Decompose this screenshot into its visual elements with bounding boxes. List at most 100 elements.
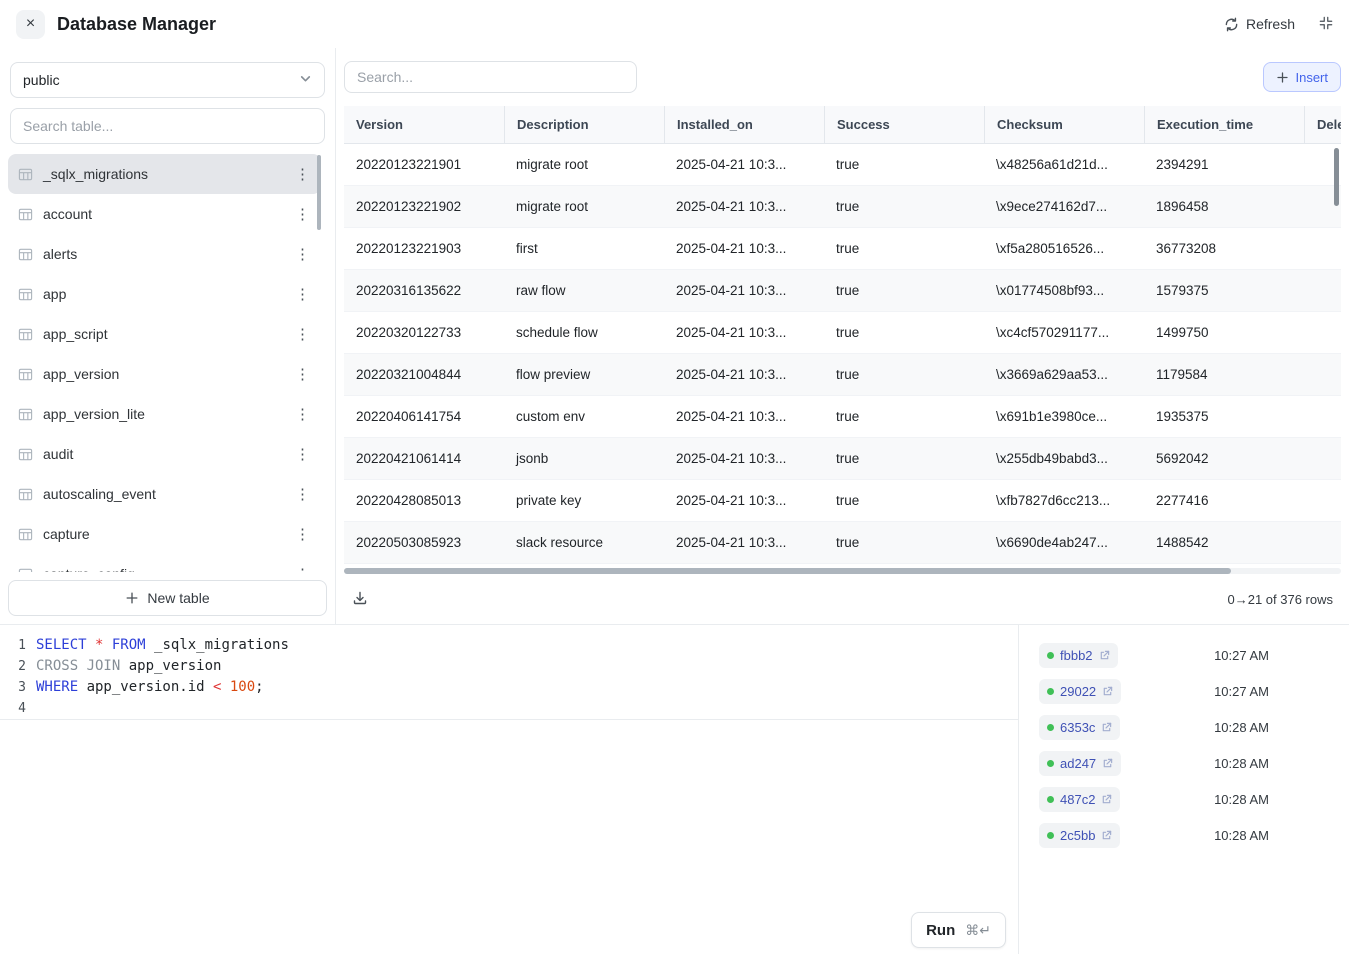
search-input[interactable] xyxy=(344,61,637,93)
upper-panel: public _sqlx_migrations⋮account⋮alerts⋮a… xyxy=(0,48,1349,625)
external-link-icon[interactable] xyxy=(1102,686,1113,697)
table-cell: 36773208 xyxy=(1144,228,1304,269)
run-badge[interactable]: fbbb2 xyxy=(1039,643,1118,668)
kebab-menu-icon[interactable]: ⋮ xyxy=(290,285,315,303)
table-name-label: _sqlx_migrations xyxy=(43,166,148,182)
schema-select[interactable]: public xyxy=(10,62,325,98)
table-search-input[interactable] xyxy=(10,108,325,144)
refresh-icon xyxy=(1224,17,1239,32)
table-cell: 20220503085923 xyxy=(344,522,504,563)
table-cell: schedule flow xyxy=(504,312,664,353)
sidebar-item-capture_config[interactable]: capture_config⋮ xyxy=(8,554,321,572)
table-row[interactable]: 20220421061414jsonb2025-04-21 10:3...tru… xyxy=(344,438,1341,480)
kebab-menu-icon[interactable]: ⋮ xyxy=(290,325,315,343)
column-header[interactable]: Execution_time xyxy=(1144,106,1304,143)
table-row[interactable]: 20220406141754custom env2025-04-21 10:3.… xyxy=(344,396,1341,438)
table-cell: 2025-04-21 10:3... xyxy=(664,144,824,185)
table-cell: 2025-04-21 10:3... xyxy=(664,228,824,269)
sql-token: 100 xyxy=(230,679,255,695)
column-header[interactable]: Checksum xyxy=(984,106,1144,143)
table-row[interactable]: 20220321004844flow preview2025-04-21 10:… xyxy=(344,354,1341,396)
vertical-scrollbar-thumb[interactable] xyxy=(1334,148,1339,206)
table-cell: true xyxy=(824,144,984,185)
table-cell: \x3669a629aa53... xyxy=(984,354,1144,395)
kebab-menu-icon[interactable]: ⋮ xyxy=(290,245,315,263)
table-cell: 1179584 xyxy=(1144,354,1304,395)
row-count: 0→21 of 376 rows xyxy=(1227,592,1333,607)
kebab-menu-icon[interactable]: ⋮ xyxy=(290,445,315,463)
sidebar-item-account[interactable]: account⋮ xyxy=(8,194,321,234)
sidebar-item-audit[interactable]: audit⋮ xyxy=(8,434,321,474)
grid-toolbar: Insert xyxy=(344,48,1341,106)
code-line: CROSS JOIN app_version xyxy=(36,656,1018,677)
plus-icon xyxy=(1276,71,1289,84)
table-row[interactable]: 20220123221901migrate root2025-04-21 10:… xyxy=(344,144,1341,186)
table-cell: jsonb xyxy=(504,438,664,479)
sidebar-item-_sqlx_migrations[interactable]: _sqlx_migrations ⋮ xyxy=(8,154,321,194)
run-time: 10:28 AM xyxy=(1214,720,1269,735)
sidebar-item-app_version_lite[interactable]: app_version_lite⋮ xyxy=(8,394,321,434)
horizontal-scrollbar-thumb[interactable] xyxy=(344,568,1231,574)
column-header[interactable]: Dele xyxy=(1304,106,1341,143)
sql-token: SELECT xyxy=(36,637,95,653)
table-icon xyxy=(18,567,33,573)
editor-gutter: 1234 xyxy=(0,635,26,719)
run-id: 487c2 xyxy=(1060,792,1095,807)
refresh-button[interactable]: Refresh xyxy=(1224,16,1295,32)
data-grid-panel: Insert VersionDescriptionInstalled_onSuc… xyxy=(336,48,1349,624)
kebab-menu-icon[interactable]: ⋮ xyxy=(290,565,315,572)
external-link-icon[interactable] xyxy=(1101,830,1112,841)
run-time: 10:28 AM xyxy=(1214,756,1269,771)
sidebar-item-app[interactable]: app⋮ xyxy=(8,274,321,314)
run-list-item: 487c210:28 AM xyxy=(1019,781,1349,817)
fullscreen-button[interactable] xyxy=(1319,16,1333,33)
sidebar-scrollbar[interactable] xyxy=(317,155,321,230)
kebab-menu-icon[interactable]: ⋮ xyxy=(290,405,315,423)
run-badge[interactable]: 6353c xyxy=(1039,715,1120,740)
grid-body: 20220123221901migrate root2025-04-21 10:… xyxy=(344,144,1341,564)
run-badge[interactable]: 29022 xyxy=(1039,679,1121,704)
table-row[interactable]: 20220320122733schedule flow2025-04-21 10… xyxy=(344,312,1341,354)
kebab-menu-icon[interactable]: ⋮ xyxy=(290,165,315,183)
column-header[interactable]: Description xyxy=(504,106,664,143)
horizontal-scrollbar[interactable] xyxy=(344,568,1341,574)
table-row[interactable]: 20220316135622raw flow2025-04-21 10:3...… xyxy=(344,270,1341,312)
table-cell: true xyxy=(824,354,984,395)
table-cell: flow preview xyxy=(504,354,664,395)
run-badge[interactable]: 2c5bb xyxy=(1039,823,1120,848)
close-button[interactable]: × xyxy=(16,10,45,39)
table-icon xyxy=(18,407,33,422)
sidebar-item-autoscaling_event[interactable]: autoscaling_event⋮ xyxy=(8,474,321,514)
run-badge[interactable]: 487c2 xyxy=(1039,787,1120,812)
sql-token: CROSS JOIN xyxy=(36,658,129,674)
table-row[interactable]: 20220503085923slack resource2025-04-21 1… xyxy=(344,522,1341,564)
external-link-icon[interactable] xyxy=(1099,650,1110,661)
table-cell: \xfb7827d6cc213... xyxy=(984,480,1144,521)
column-header[interactable]: Success xyxy=(824,106,984,143)
sidebar-item-alerts[interactable]: alerts⋮ xyxy=(8,234,321,274)
table-row[interactable]: 20220428085013private key2025-04-21 10:3… xyxy=(344,480,1341,522)
new-table-button[interactable]: New table xyxy=(8,580,327,616)
insert-button[interactable]: Insert xyxy=(1263,62,1341,92)
external-link-icon[interactable] xyxy=(1101,722,1112,733)
run-badge[interactable]: ad247 xyxy=(1039,751,1121,776)
table-row[interactable]: 20220123221902migrate root2025-04-21 10:… xyxy=(344,186,1341,228)
table-row[interactable]: 20220123221903first2025-04-21 10:3...tru… xyxy=(344,228,1341,270)
table-cell: 2025-04-21 10:3... xyxy=(664,480,824,521)
column-header[interactable]: Installed_on xyxy=(664,106,824,143)
run-button[interactable]: Run ⌘↵ xyxy=(911,912,1006,948)
kebab-menu-icon[interactable]: ⋮ xyxy=(290,205,315,223)
sidebar-item-app_script[interactable]: app_script⋮ xyxy=(8,314,321,354)
kebab-menu-icon[interactable]: ⋮ xyxy=(290,525,315,543)
kebab-menu-icon[interactable]: ⋮ xyxy=(290,485,315,503)
download-button[interactable] xyxy=(352,590,368,609)
sql-editor[interactable]: 1234 SELECT * FROM _sqlx_migrationsCROSS… xyxy=(0,625,1018,954)
sidebar-item-app_version[interactable]: app_version⋮ xyxy=(8,354,321,394)
kebab-menu-icon[interactable]: ⋮ xyxy=(290,365,315,383)
sidebar-item-capture[interactable]: capture⋮ xyxy=(8,514,321,554)
column-header[interactable]: Version xyxy=(344,106,504,143)
table-cell: raw flow xyxy=(504,270,664,311)
new-table-label: New table xyxy=(147,590,209,606)
external-link-icon[interactable] xyxy=(1102,758,1113,769)
external-link-icon[interactable] xyxy=(1101,794,1112,805)
